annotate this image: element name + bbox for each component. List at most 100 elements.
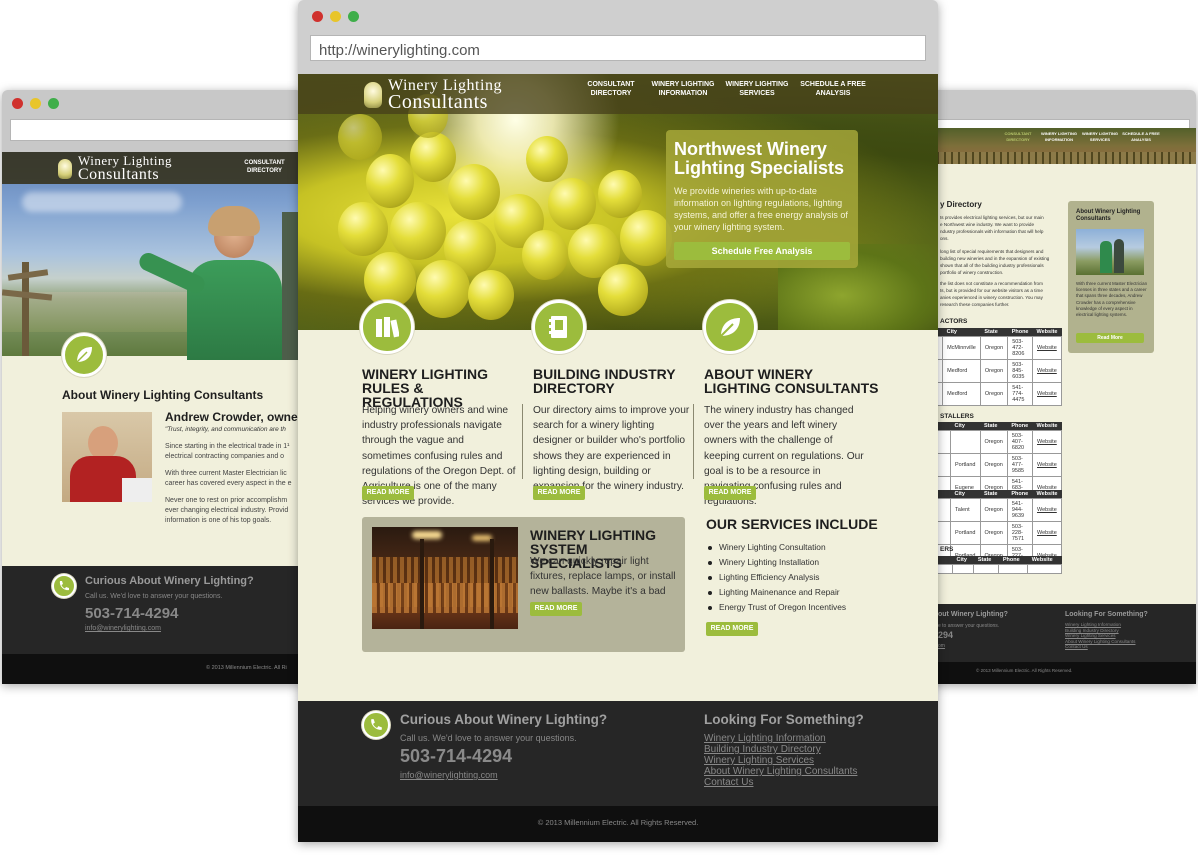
footer-link-information[interactable]: Winery Lighting Information xyxy=(704,733,857,744)
site-logo[interactable]: Winery Lighting Consultants xyxy=(364,77,502,112)
services-list: Winery Lighting Consultation Winery Ligh… xyxy=(708,540,846,615)
sidebar-photo xyxy=(1076,229,1144,275)
website-link[interactable]: Website xyxy=(1032,453,1062,477)
page-heading: y Directory xyxy=(940,200,982,209)
installers-table: City State Phone Website Oregon 503-407-6820… xyxy=(930,422,1062,500)
footer-link-directory[interactable]: Building Industry Directory xyxy=(704,744,857,755)
about-heading: About Winery Lighting Consultants xyxy=(62,388,264,402)
directory-read-more-button[interactable]: READ MORE xyxy=(533,486,585,500)
footer-curious-title: Curious About Winery Lighting? xyxy=(400,712,608,727)
footer-link[interactable]: Contact Us xyxy=(1065,644,1135,650)
close-dot[interactable] xyxy=(312,11,323,22)
wine-cellar-photo xyxy=(372,527,518,629)
url-bar[interactable] xyxy=(10,119,302,141)
footer-links: Winery Lighting Information Building Ind… xyxy=(704,733,857,788)
footer-links: Winery Lighting Information Building Ind… xyxy=(1065,622,1135,650)
minimize-dot[interactable] xyxy=(30,98,41,109)
main-nav: CONSULTANT DIRECTORY WINERY LIGHTING INFOR… xyxy=(580,81,868,99)
website-link[interactable]: Website xyxy=(1032,521,1062,545)
footer-phone[interactable]: 503-714-4294 xyxy=(85,605,178,622)
suppliers-table: City State Phone Website xyxy=(930,556,1062,574)
services-read-more-button[interactable]: READ MORE xyxy=(706,622,758,636)
service-item: Winery Lighting Consultation xyxy=(708,540,846,555)
nav-item-consultant-directory[interactable]: CONSULTANT DIRECTORY xyxy=(1000,131,1036,143)
nav-item-lighting-information[interactable]: WINERY LIGHTING INFORMATION xyxy=(1040,131,1078,143)
sidebar-text: With three current Master Electrician li… xyxy=(1076,281,1148,318)
main-site: Winery Lighting Consultants CONSULTANT DI… xyxy=(298,74,938,842)
maximize-dot[interactable] xyxy=(348,11,359,22)
owner-name: Andrew Crowder, owner xyxy=(165,410,302,424)
section-suppliers-title: ERS xyxy=(940,546,954,553)
nav-item-schedule-analysis[interactable]: SCHEDULE A FREE ANALYSIS xyxy=(1122,131,1160,143)
nav-consultant-directory[interactable]: CONSULTANT DIRECTORY xyxy=(242,159,287,175)
service-item: Energy Trust of Oregon Incentives xyxy=(708,600,846,615)
directory-text: Our directory aims to improve your searc… xyxy=(533,405,690,493)
footer-looking-title: Looking For Something? xyxy=(704,712,864,727)
sidebar-title: About Winery Lighting Consultants xyxy=(1076,209,1141,222)
right-footer: out Winery Lighting? e to answer your qu… xyxy=(930,604,1196,684)
window-controls xyxy=(312,11,359,22)
about-read-more-button[interactable]: READ MORE xyxy=(704,486,756,500)
site-footer: Curious About Winery Lighting? Call us. … xyxy=(2,566,302,684)
site-header: Winery Lighting Consultants CONSULTANT DI… xyxy=(2,152,302,184)
footer-title: out Winery Lighting? xyxy=(938,611,1008,618)
nav-lighting-information[interactable]: WINERY LIGHTING INFORMATION xyxy=(650,81,716,99)
hero-text: We provide wineries with up-to-date info… xyxy=(674,186,848,232)
leaf-icon xyxy=(703,300,757,354)
services-title: OUR SERVICES INCLUDE xyxy=(706,516,878,532)
footer-link-contact[interactable]: Contact Us xyxy=(704,777,857,788)
system-read-more-button[interactable]: READ MORE xyxy=(530,602,582,616)
nav-schedule-analysis[interactable]: SCHEDULE A FREE ANALYSIS xyxy=(798,81,868,99)
column-divider xyxy=(522,404,523,479)
maximize-dot[interactable] xyxy=(48,98,59,109)
nav-lighting-services[interactable]: WINERY LIGHTING SERVICES xyxy=(724,81,790,99)
footer-copyright: © 2013 Millennium Electric. All Ri xyxy=(206,665,287,671)
bio-paragraph-1: Since starting in the electrical trade i… xyxy=(165,443,290,460)
footer-link-about[interactable]: About Winery Lighting Consultants xyxy=(704,766,857,777)
right-site: CONSULTANT DIRECTORY WINERY LIGHTING INF… xyxy=(930,128,1196,684)
directory-title: BUILDING INDUSTRY DIRECTORY xyxy=(533,366,676,396)
section-installers-title: STALLERS xyxy=(940,413,974,420)
footer-copyright: © 2013 Millennium Electric. All Rights R… xyxy=(537,818,699,827)
footer-email[interactable]: info@winerylighting.com xyxy=(400,770,498,780)
footer-phone[interactable]: 294 xyxy=(938,630,953,640)
about-title: ABOUT WINERY LIGHTING CONSULTANTS xyxy=(704,366,879,396)
service-item: Winery Lighting Installation xyxy=(708,555,846,570)
intro-paragraph-2: long list of special requirements that d… xyxy=(940,249,1050,275)
site-logo[interactable]: Winery Lighting Consultants xyxy=(58,154,172,183)
footer-email[interactable]: om xyxy=(938,643,945,649)
footer-link-services[interactable]: Winery Lighting Services xyxy=(704,755,857,766)
nav-bar: CONSULTANT DIRECTORY WINERY LIGHTING INF… xyxy=(1000,131,1160,143)
section-contractors-title: ACTORS xyxy=(940,318,968,325)
intro-paragraph-3: the list does not constitute a recommend… xyxy=(940,281,1043,307)
close-dot[interactable] xyxy=(12,98,23,109)
phone-icon xyxy=(362,711,390,739)
service-item: Lighting Efficiency Analysis xyxy=(708,570,846,585)
footer-email[interactable]: info@winerylighting.com xyxy=(85,625,161,632)
left-site: Winery Lighting Consultants CONSULTANT DI… xyxy=(2,152,302,684)
website-link[interactable]: Website xyxy=(1032,359,1062,383)
footer-subtitle: e to answer your questions. xyxy=(938,623,1000,629)
nav-consultant-directory[interactable]: CONSULTANT DIRECTORY xyxy=(580,81,642,99)
website-link[interactable]: Website xyxy=(1032,382,1062,406)
bio-paragraph-3: Never one to rest on prior accomplishm e… xyxy=(165,497,289,524)
hero-title: Northwest Winery Lighting Specialists xyxy=(674,139,845,178)
minimize-dot[interactable] xyxy=(330,11,341,22)
website-link[interactable]: Website xyxy=(1032,430,1062,454)
website-link[interactable]: Website xyxy=(1032,498,1062,522)
service-item: Lighting Mainenance and Repair xyxy=(708,585,846,600)
footer-looking-title: Looking For Something? xyxy=(1065,611,1148,618)
sidebar-read-more-button[interactable]: Read More xyxy=(1076,333,1144,343)
contractors-table: CityStatePhoneWebsite nMcMinnvilleOregon… xyxy=(930,328,1062,406)
footer-subtitle: Call us. We'd love to answer your questi… xyxy=(85,593,223,600)
url-bar[interactable]: http://winerylighting.com xyxy=(310,35,926,61)
right-browser-window: CONSULTANT DIRECTORY WINERY LIGHTING INF… xyxy=(930,90,1196,684)
nav-item-lighting-services[interactable]: WINERY LIGHTING SERVICES xyxy=(1082,131,1118,143)
website-link[interactable]: Website xyxy=(1032,336,1062,360)
site-header: Winery Lighting Consultants CONSULTANT DI… xyxy=(298,74,938,114)
rules-read-more-button[interactable]: READ MORE xyxy=(362,486,414,500)
footer-phone[interactable]: 503-714-4294 xyxy=(400,746,512,767)
main-browser-window: http://winerylighting.com Winery Lightin… xyxy=(298,0,938,842)
owner-photo xyxy=(62,412,152,502)
schedule-free-analysis-button[interactable]: Schedule Free Analysis xyxy=(674,242,850,260)
